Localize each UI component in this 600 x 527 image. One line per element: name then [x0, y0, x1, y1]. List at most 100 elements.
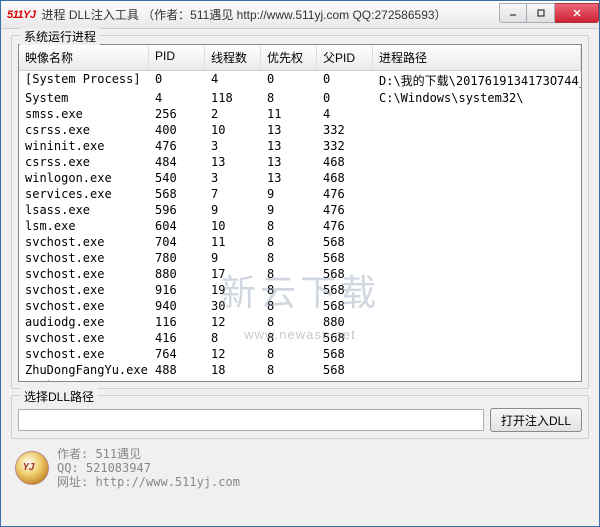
cell: 9 — [205, 250, 261, 266]
cell: csrss.exe — [19, 154, 149, 170]
table-row[interactable]: System411880C:\Windows\system32\ — [19, 90, 581, 106]
cell: 468 — [317, 154, 373, 170]
cell: 880 — [149, 266, 205, 282]
table-row[interactable]: svchost.exe916198568 — [19, 282, 581, 298]
cell: 568 — [317, 362, 373, 378]
col-ppid[interactable]: 父PID — [317, 45, 373, 70]
process-group-title: 系统运行进程 — [20, 28, 100, 45]
table-row[interactable]: svchost.exe1080198568 — [19, 378, 581, 382]
cell — [373, 330, 581, 346]
cell: 568 — [317, 330, 373, 346]
cell: 764 — [149, 346, 205, 362]
cell: C:\Windows\system32\ — [373, 90, 581, 106]
table-row[interactable]: lsm.exe604108476 — [19, 218, 581, 234]
cell: 8 — [261, 362, 317, 378]
cell: svchost.exe — [19, 330, 149, 346]
cell: 8 — [261, 234, 317, 250]
cell: csrss.exe — [19, 122, 149, 138]
cell: svchost.exe — [19, 266, 149, 282]
table-row[interactable]: ZhuDongFangYu.exe488188568 — [19, 362, 581, 378]
table-row[interactable]: winlogon.exe540313468 — [19, 170, 581, 186]
table-row[interactable]: audiodg.exe116128880 — [19, 314, 581, 330]
cell: 568 — [317, 282, 373, 298]
cell: 12 — [205, 314, 261, 330]
cell: svchost.exe — [19, 298, 149, 314]
cell: 8 — [261, 346, 317, 362]
table-row[interactable]: lsass.exe59699476 — [19, 202, 581, 218]
table-row[interactable]: [System Process]0400D:\我的下载\201761913417… — [19, 71, 581, 90]
close-button[interactable] — [555, 3, 599, 23]
table-row[interactable]: svchost.exe704118568 — [19, 234, 581, 250]
col-threads[interactable]: 线程数 — [205, 45, 261, 70]
cell: 4 — [149, 90, 205, 106]
cell: wininit.exe — [19, 138, 149, 154]
table-row[interactable]: svchost.exe940308568 — [19, 298, 581, 314]
cell: lsass.exe — [19, 202, 149, 218]
table-row[interactable]: smss.exe2562114 — [19, 106, 581, 122]
cell: 10 — [205, 122, 261, 138]
cell: svchost.exe — [19, 378, 149, 382]
cell: 780 — [149, 250, 205, 266]
cell — [373, 266, 581, 282]
app-window: 511YJ 进程 DLL注入工具 （作者：511遇见 http://www.51… — [0, 0, 600, 527]
footer-qq: QQ: 521083947 — [57, 461, 240, 475]
cell: 3 — [205, 170, 261, 186]
cell: 488 — [149, 362, 205, 378]
cell: audiodg.exe — [19, 314, 149, 330]
cell — [373, 202, 581, 218]
cell: 17 — [205, 266, 261, 282]
cell: smss.exe — [19, 106, 149, 122]
cell: 2 — [205, 106, 261, 122]
cell: 256 — [149, 106, 205, 122]
table-row[interactable]: services.exe56879476 — [19, 186, 581, 202]
table-row[interactable]: svchost.exe78098568 — [19, 250, 581, 266]
titlebar[interactable]: 511YJ 进程 DLL注入工具 （作者：511遇见 http://www.51… — [1, 1, 599, 29]
cell: 8 — [261, 266, 317, 282]
cell: 416 — [149, 330, 205, 346]
table-row[interactable]: wininit.exe476313332 — [19, 138, 581, 154]
minimize-button[interactable] — [499, 3, 527, 23]
cell — [373, 346, 581, 362]
col-priority[interactable]: 优先权 — [261, 45, 317, 70]
inject-dll-button[interactable]: 打开注入DLL — [490, 408, 582, 432]
cell: 332 — [317, 138, 373, 154]
cell: 0 — [317, 90, 373, 106]
cell: 568 — [317, 346, 373, 362]
cell — [373, 186, 581, 202]
content-area: 系统运行进程 映像名称 PID 线程数 优先权 父PID 进程路径 [Syste… — [1, 29, 599, 526]
cell: 9 — [261, 202, 317, 218]
cell: 18 — [205, 362, 261, 378]
cell — [373, 170, 581, 186]
cell: 13 — [205, 154, 261, 170]
col-image-name[interactable]: 映像名称 — [19, 45, 149, 70]
cell: 8 — [261, 218, 317, 234]
table-row[interactable]: svchost.exe764128568 — [19, 346, 581, 362]
dll-path-input[interactable] — [18, 409, 484, 431]
app-logo: 511YJ — [7, 9, 36, 21]
cell: 568 — [149, 186, 205, 202]
footer-logo-icon — [15, 451, 49, 485]
cell: 568 — [317, 266, 373, 282]
maximize-button[interactable] — [527, 3, 555, 23]
cell: lsm.exe — [19, 218, 149, 234]
col-path[interactable]: 进程路径 — [373, 45, 581, 70]
process-list[interactable]: 映像名称 PID 线程数 优先权 父PID 进程路径 [System Proce… — [18, 44, 582, 382]
cell — [373, 250, 581, 266]
cell: 7 — [205, 186, 261, 202]
table-row[interactable]: svchost.exe41688568 — [19, 330, 581, 346]
cell — [373, 298, 581, 314]
table-row[interactable]: svchost.exe880178568 — [19, 266, 581, 282]
table-row[interactable]: csrss.exe4841313468 — [19, 154, 581, 170]
cell: [System Process] — [19, 71, 149, 90]
column-headers[interactable]: 映像名称 PID 线程数 优先权 父PID 进程路径 — [19, 45, 581, 71]
cell: 1080 — [149, 378, 205, 382]
cell: 476 — [317, 186, 373, 202]
cell — [373, 314, 581, 330]
cell: svchost.exe — [19, 250, 149, 266]
cell: 8 — [261, 282, 317, 298]
table-row[interactable]: csrss.exe4001013332 — [19, 122, 581, 138]
col-pid[interactable]: PID — [149, 45, 205, 70]
cell: 13 — [261, 154, 317, 170]
cell: 568 — [317, 298, 373, 314]
cell: 0 — [261, 71, 317, 90]
